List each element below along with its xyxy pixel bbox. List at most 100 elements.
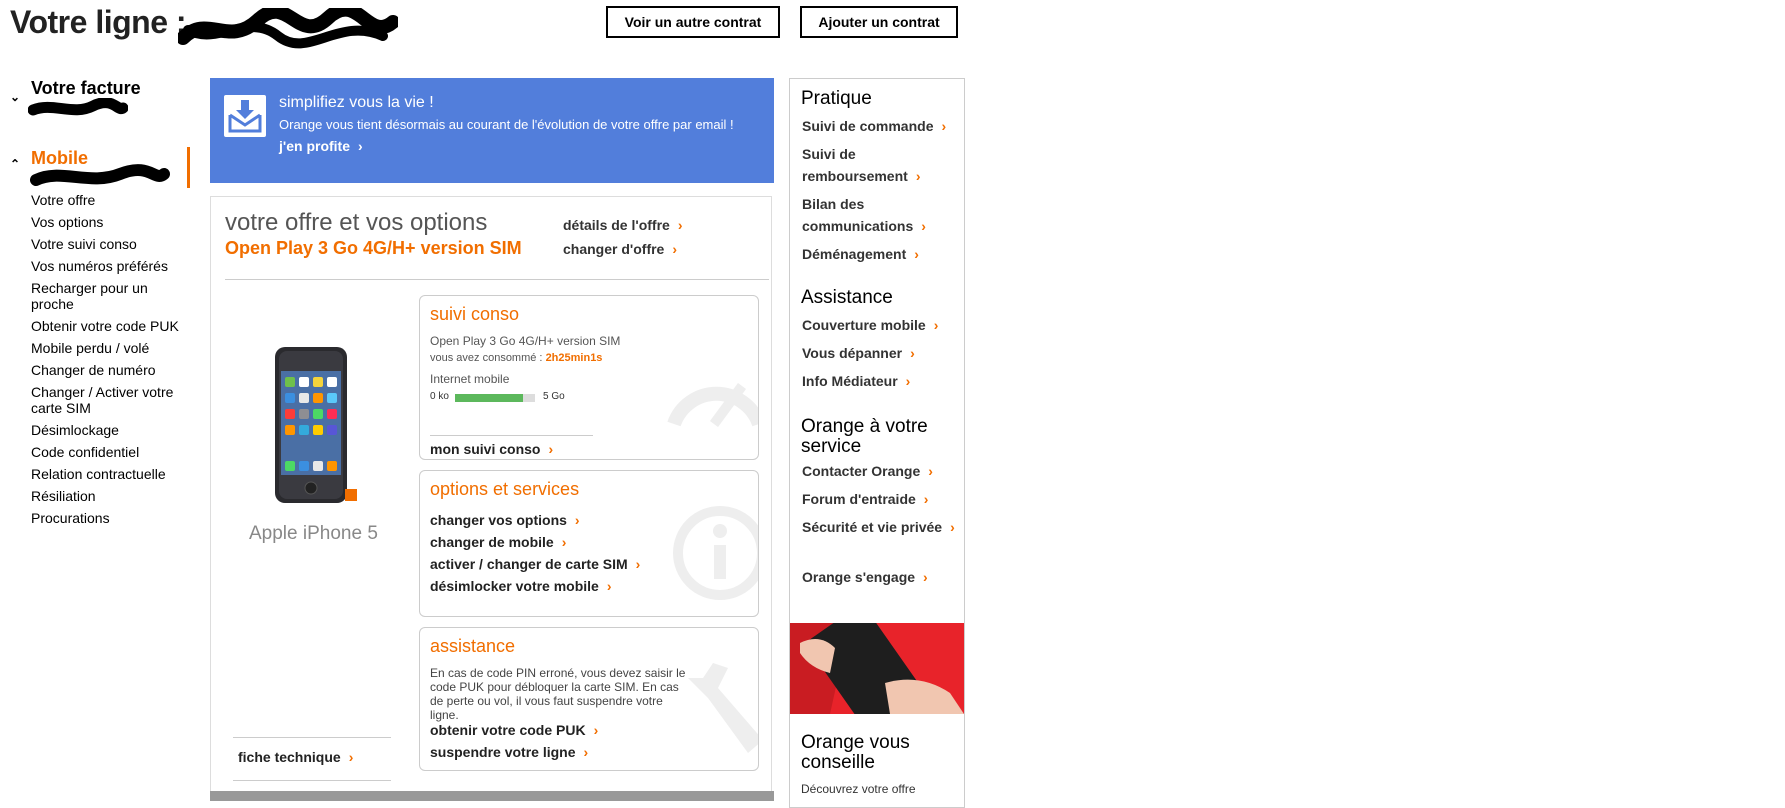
internet-label: Internet mobile xyxy=(430,372,510,386)
rc-link-label: Couverture mobile xyxy=(802,317,926,333)
assistance-link[interactable]: suspendre votre ligne › xyxy=(430,744,588,760)
chevron-right-icon: › xyxy=(358,138,363,154)
rc-link-label: Déménagement xyxy=(802,246,907,262)
nav-item[interactable]: Mobile perdu / volé xyxy=(31,340,191,356)
chevron-right-icon: › xyxy=(915,168,921,184)
consumed-label: vous avez consommé : xyxy=(430,352,543,364)
chevron-right-icon: › xyxy=(910,345,915,361)
offer-details-link[interactable]: détails de l'offre › xyxy=(563,217,682,233)
service-link[interactable]: Contacter Orange › xyxy=(802,460,957,482)
pratique-link[interactable]: Bilan des communications › xyxy=(802,193,957,237)
bottom-bar xyxy=(210,791,774,801)
chevron-right-icon: › xyxy=(921,218,926,234)
nav-item[interactable]: Procurations xyxy=(31,510,191,526)
divider xyxy=(225,279,769,280)
nav-item[interactable]: Code confidentiel xyxy=(31,444,191,460)
options-link[interactable]: changer de mobile › xyxy=(430,534,566,550)
options-link[interactable]: changer vos options › xyxy=(430,512,580,528)
assistance-side-link[interactable]: Vous dépanner › xyxy=(802,342,957,364)
rc-link-label: Suivi de remboursement xyxy=(802,146,908,184)
chevron-up-icon[interactable]: ⌃ xyxy=(10,157,20,171)
chevron-right-icon: › xyxy=(950,519,955,535)
nav-item[interactable]: Votre suivi conso xyxy=(31,236,191,252)
conseille-text[interactable]: Découvrez votre offre xyxy=(801,782,916,796)
rc-link-label: Forum d'entraide xyxy=(802,491,916,507)
chevron-right-icon: › xyxy=(905,373,911,389)
conso-plan: Open Play 3 Go 4G/H+ version SIM xyxy=(430,334,621,348)
service-link[interactable]: Forum d'entraide › xyxy=(802,488,957,510)
nav-item[interactable]: Résiliation xyxy=(31,488,191,504)
assistance-side-link[interactable]: Info Médiateur › xyxy=(802,370,957,392)
divider xyxy=(430,435,593,436)
nav-item[interactable]: Recharger pour un proche xyxy=(31,280,191,312)
fiche-link-label: fiche technique xyxy=(238,749,341,765)
options-link-label: activer / changer de carte SIM xyxy=(430,556,628,572)
assistance-link[interactable]: obtenir votre code PUK › xyxy=(430,722,598,738)
right-sidebar: Pratique Suivi de commande › Suivi de rem… xyxy=(789,78,965,808)
redacted-facture xyxy=(28,98,128,116)
chevron-right-icon: › xyxy=(548,441,554,457)
pratique-link[interactable]: Suivi de remboursement › xyxy=(802,143,957,187)
options-link[interactable]: désimlocker votre mobile › xyxy=(430,578,612,594)
redacted-mobile-number xyxy=(30,164,170,186)
consumed-value: 2h25min1s xyxy=(545,352,603,364)
options-link[interactable]: activer / changer de carte SIM › xyxy=(430,556,640,572)
assistance-link-label: obtenir votre code PUK xyxy=(430,722,586,738)
nav-item[interactable]: Changer de numéro xyxy=(31,362,191,378)
chevron-right-icon: › xyxy=(928,463,933,479)
chevron-right-icon: › xyxy=(348,749,354,765)
nav-item[interactable]: Vos numéros préférés xyxy=(31,258,191,274)
nav-item[interactable]: Obtenir votre code PUK xyxy=(31,318,191,334)
options-link-label: désimlocker votre mobile xyxy=(430,578,599,594)
orange-logo-icon xyxy=(345,489,357,501)
nav-item[interactable]: Changer / Activer votre carte SIM xyxy=(31,384,191,416)
pratique-link[interactable]: Déménagement › xyxy=(802,243,957,265)
conso-consumed: vous avez consommé : 2h25min1s xyxy=(430,352,602,364)
service-link[interactable]: Orange s'engage › xyxy=(802,566,957,588)
divider xyxy=(233,737,391,738)
chevron-right-icon: › xyxy=(672,241,678,257)
change-offer-label: changer d'offre xyxy=(563,241,665,257)
gauge-min-label: 0 ko xyxy=(430,391,449,402)
offer-details-label: détails de l'offre xyxy=(563,217,670,233)
phone-image xyxy=(275,347,347,503)
add-contract-button[interactable]: Ajouter un contrat xyxy=(800,6,958,38)
options-title: options et services xyxy=(430,479,580,499)
promo-banner: simplifiez vous la vie ! Orange vous tie… xyxy=(210,78,774,183)
nav-item[interactable]: Vos options xyxy=(31,214,191,230)
offer-name: Open Play 3 Go 4G/H+ version SIM xyxy=(225,238,522,258)
options-link-label: changer vos options xyxy=(430,512,567,528)
chevron-right-icon: › xyxy=(923,491,929,507)
nav-item[interactable]: Votre offre xyxy=(31,192,191,208)
conso-card: suivi conso Open Play 3 Go 4G/H+ version… xyxy=(419,295,759,460)
conso-link[interactable]: mon suivi conso › xyxy=(430,441,553,457)
fiche-technique-link[interactable]: fiche technique › xyxy=(238,749,353,765)
nav-votre-facture[interactable]: Votre facture xyxy=(31,78,141,99)
promo-link[interactable]: j'en profite › xyxy=(279,138,363,154)
service-link[interactable]: Sécurité et vie privée › xyxy=(802,516,957,538)
other-contract-button[interactable]: Voir un autre contrat xyxy=(606,6,780,38)
rc-link-label: Suivi de commande xyxy=(802,118,934,134)
gauge-icon xyxy=(667,383,758,427)
chevron-down-icon[interactable]: ⌄ xyxy=(10,90,20,104)
active-indicator xyxy=(187,147,190,188)
conso-link-label: mon suivi conso xyxy=(430,441,541,457)
change-offer-link[interactable]: changer d'offre › xyxy=(563,241,677,257)
nav-item[interactable]: Relation contractuelle xyxy=(31,466,191,482)
pratique-link[interactable]: Suivi de commande › xyxy=(802,115,957,137)
phone-name: Apple iPhone 5 xyxy=(249,523,378,544)
promo-image[interactable] xyxy=(790,623,964,714)
assistance-title: assistance xyxy=(430,636,516,656)
chevron-right-icon: › xyxy=(914,246,919,262)
assistance-side-link[interactable]: Couverture mobile › xyxy=(802,314,957,336)
nav-item[interactable]: Désimlockage xyxy=(31,422,191,438)
chevron-right-icon: › xyxy=(677,217,683,233)
assistance-link-label: suspendre votre ligne xyxy=(430,744,576,760)
usage-bar-fill xyxy=(455,394,523,402)
redacted-line-number xyxy=(178,8,398,49)
chevron-right-icon: › xyxy=(606,578,612,594)
gauge-max-label: 5 Go xyxy=(543,391,565,402)
rc-link-label: Info Médiateur xyxy=(802,373,898,389)
pratique-heading: Pratique xyxy=(801,88,872,109)
chevron-right-icon: › xyxy=(561,534,567,550)
